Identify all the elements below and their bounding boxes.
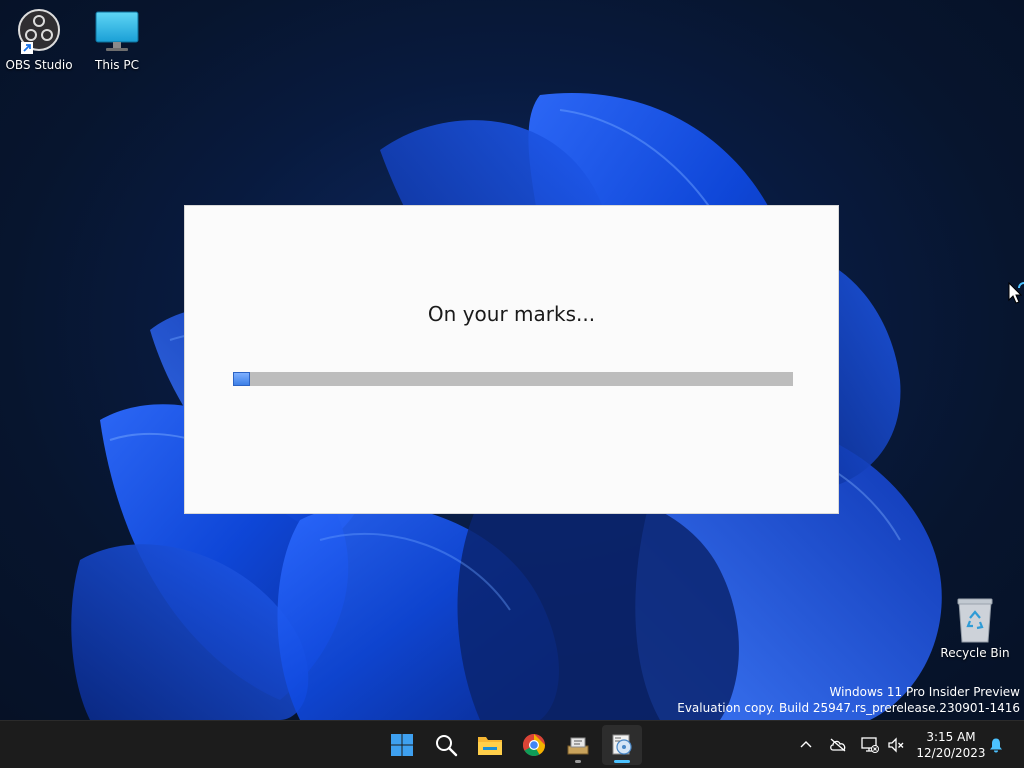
app-installer-icon xyxy=(567,737,589,755)
dialog-message: On your marks... xyxy=(427,302,596,326)
desktop: OBS Studio This PC Recycle Bin Windows 1… xyxy=(0,0,1024,720)
clock-time: 3:15 AM xyxy=(926,730,976,744)
desktop-icon-label: OBS Studio xyxy=(5,58,73,72)
onedrive-status-button[interactable] xyxy=(826,721,850,768)
setup-app-icon xyxy=(612,734,632,755)
windows-watermark: Windows 11 Pro Insider Preview Evaluatio… xyxy=(677,684,1020,716)
obs-studio-icon xyxy=(15,8,63,56)
desktop-icon-obs-studio[interactable]: OBS Studio xyxy=(0,8,78,72)
mouse-cursor-icon xyxy=(1008,282,1024,304)
network-button[interactable] xyxy=(858,721,882,768)
search-icon xyxy=(436,735,458,757)
chrome-button[interactable] xyxy=(514,725,554,765)
progress-bar xyxy=(233,372,793,386)
file-explorer-button[interactable] xyxy=(470,725,510,765)
desktop-icon-label: Recycle Bin xyxy=(940,646,1010,660)
active-indicator xyxy=(614,760,630,763)
clock-date: 12/20/2023 xyxy=(916,746,986,760)
network-disconnected-icon xyxy=(861,737,879,753)
cloud-offline-icon xyxy=(830,738,846,752)
show-hidden-icons-button[interactable] xyxy=(796,721,816,768)
search-button[interactable] xyxy=(426,725,466,765)
running-indicator xyxy=(575,760,581,763)
monitor-icon xyxy=(93,8,141,56)
recycle-bin-icon xyxy=(951,596,999,644)
setup-app-button[interactable] xyxy=(602,725,642,765)
file-explorer-icon xyxy=(478,737,502,755)
watermark-build: Evaluation copy. Build 25947.rs_prerelea… xyxy=(677,701,1020,715)
windows-start-icon xyxy=(391,734,413,756)
chrome-icon xyxy=(523,734,545,756)
volume-button[interactable] xyxy=(884,721,908,768)
notification-bell-icon xyxy=(990,738,1002,753)
app-installer-button[interactable] xyxy=(558,725,598,765)
setup-progress-dialog: On your marks... xyxy=(184,205,839,514)
notifications-button[interactable] xyxy=(986,721,1006,768)
chevron-up-icon xyxy=(800,741,812,748)
speaker-muted-icon xyxy=(888,737,904,753)
start-button[interactable] xyxy=(382,725,422,765)
taskbar: 3:15 AM 12/20/2023 xyxy=(0,720,1024,768)
taskbar-clock[interactable]: 3:15 AM 12/20/2023 xyxy=(912,729,990,761)
desktop-icon-this-pc[interactable]: This PC xyxy=(78,8,156,72)
watermark-edition: Windows 11 Pro Insider Preview xyxy=(829,685,1020,699)
desktop-icon-label: This PC xyxy=(95,58,139,72)
desktop-icon-recycle-bin[interactable]: Recycle Bin xyxy=(936,596,1014,660)
progress-bar-fill xyxy=(233,372,250,386)
